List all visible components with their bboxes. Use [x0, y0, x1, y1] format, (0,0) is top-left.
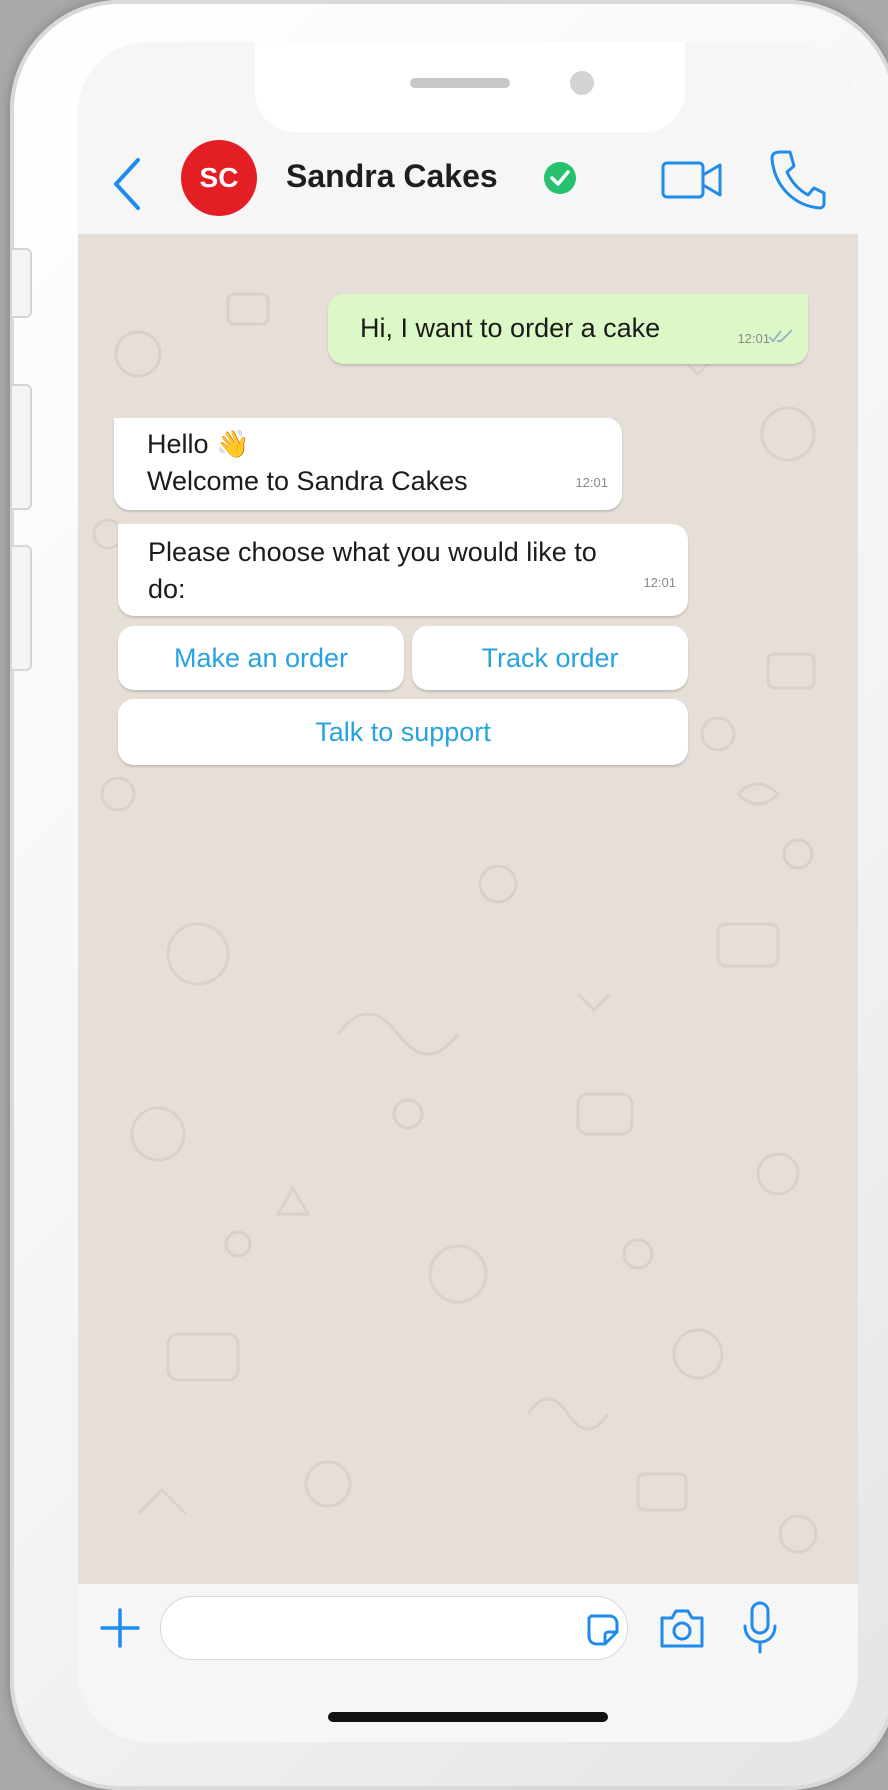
phone-icon[interactable]: [768, 148, 826, 210]
side-button-mute: [10, 248, 32, 318]
message-text: Hello 👋 Welcome to Sandra Cakes: [147, 429, 468, 496]
incoming-message[interactable]: Please choose what you would like to do:…: [118, 524, 688, 616]
front-camera: [570, 71, 594, 95]
home-indicator[interactable]: [328, 1712, 608, 1722]
composer-bar: [78, 1584, 858, 1742]
chevron-left-icon[interactable]: [108, 154, 148, 214]
phone-screen: SC Sandra Cakes Hi, I want to order a ca…: [78, 42, 858, 1742]
message-time: 12:01: [643, 575, 676, 590]
avatar[interactable]: SC: [181, 140, 257, 216]
double-check-icon: [768, 329, 793, 343]
message-time: 12:01: [737, 331, 770, 346]
contact-name[interactable]: Sandra Cakes: [286, 158, 498, 195]
message-input[interactable]: [160, 1596, 628, 1660]
outgoing-message[interactable]: Hi, I want to order a cake 12:01: [328, 294, 808, 364]
microphone-icon[interactable]: [740, 1600, 780, 1656]
phone-frame: SC Sandra Cakes Hi, I want to order a ca…: [10, 0, 888, 1790]
side-button-volume-up: [10, 384, 32, 510]
camera-icon[interactable]: [658, 1606, 706, 1650]
track-order-button[interactable]: Track order: [412, 626, 688, 690]
video-camera-icon[interactable]: [660, 158, 724, 202]
phone-notch: [255, 42, 685, 132]
talk-to-support-button[interactable]: Talk to support: [118, 699, 688, 765]
chat-area[interactable]: Hi, I want to order a cake 12:01 Hello 👋…: [78, 234, 858, 1584]
sticker-icon[interactable]: [585, 1612, 621, 1648]
speaker-grille: [410, 78, 510, 88]
message-text: Hi, I want to order a cake: [360, 313, 661, 343]
plus-icon[interactable]: [98, 1606, 142, 1650]
message-text: Please choose what you would like to do:: [148, 537, 597, 604]
make-an-order-button[interactable]: Make an order: [118, 626, 404, 690]
side-button-volume-down: [10, 545, 32, 671]
verified-check-icon: [544, 162, 576, 194]
incoming-message[interactable]: Hello 👋 Welcome to Sandra Cakes 12:01: [114, 418, 622, 510]
message-time: 12:01: [575, 475, 608, 490]
